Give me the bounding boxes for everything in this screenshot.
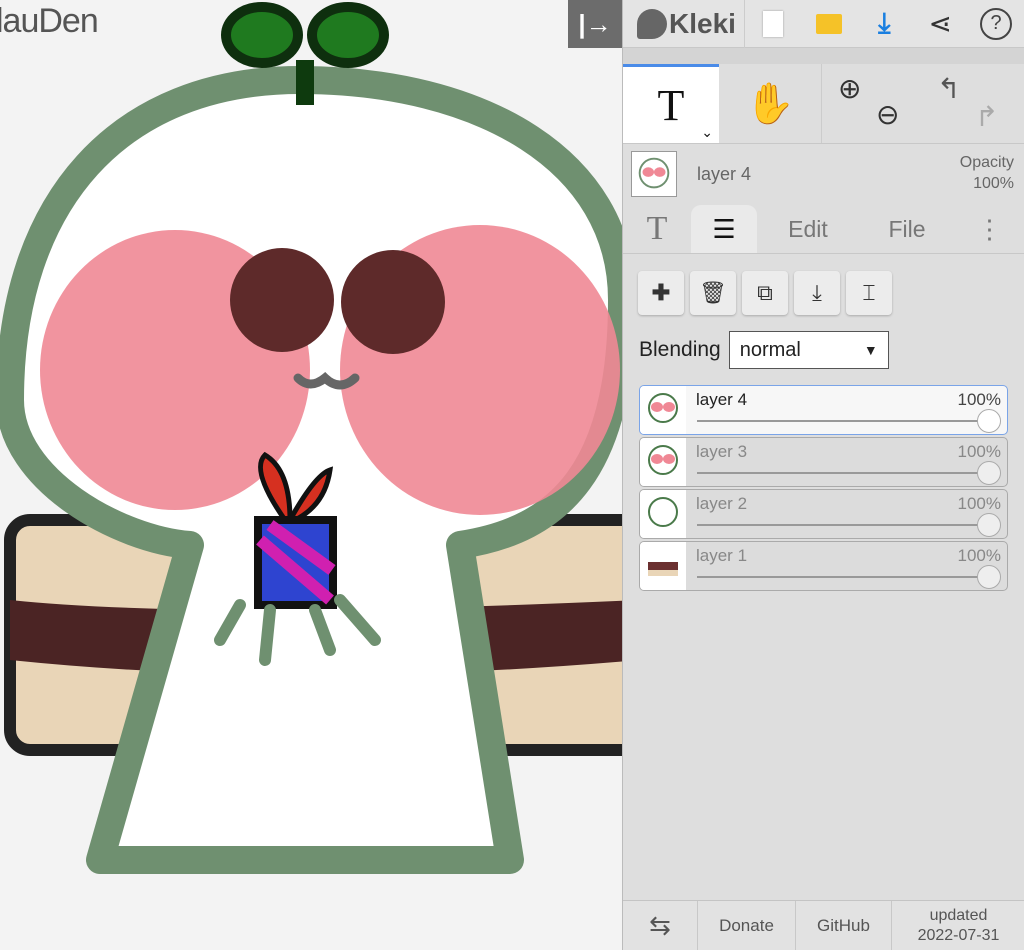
side-panel: Kleki ⤓ ⋖ ? T ⌄ ✋ ⊕ ⊖ ↰ ↱ layer 4 Opacity 1… bbox=[622, 0, 1024, 950]
layer-thumbnail bbox=[640, 386, 686, 434]
swap-sides-icon[interactable]: ⇆ bbox=[623, 901, 698, 950]
opacity-value: 100% bbox=[973, 175, 1014, 192]
layer-opacity: 100% bbox=[957, 390, 1001, 409]
top-bar: Kleki ⤓ ⋖ ? bbox=[623, 0, 1024, 48]
rename-layer-button[interactable]: ⌶ bbox=[846, 271, 892, 315]
layer-name: layer 2 bbox=[696, 494, 748, 513]
layers-icon: ☰ bbox=[712, 213, 736, 244]
duplicate-layer-button[interactable]: ⧉ bbox=[742, 271, 788, 315]
hand-icon: ✋ bbox=[745, 82, 795, 126]
share-icon[interactable]: ⋖ bbox=[912, 0, 968, 48]
download-icon[interactable]: ⤓ bbox=[856, 0, 912, 48]
slider-handle[interactable] bbox=[977, 461, 1001, 485]
add-layer-button[interactable]: ✚ bbox=[638, 271, 684, 315]
slider-handle[interactable] bbox=[977, 409, 1001, 433]
layer-item[interactable]: layer 3 100% bbox=[639, 437, 1008, 487]
collapse-panel-button[interactable]: |→ bbox=[568, 0, 622, 48]
collapse-right-icon: |→ bbox=[578, 8, 612, 39]
tab-edit[interactable]: Edit bbox=[757, 205, 859, 253]
blending-label: Blending bbox=[639, 338, 721, 361]
kleki-logo[interactable]: Kleki bbox=[623, 0, 745, 48]
divider bbox=[623, 48, 1024, 64]
layer-thumbnail bbox=[640, 438, 686, 486]
open-folder-icon[interactable] bbox=[801, 0, 857, 48]
new-file-icon[interactable] bbox=[745, 0, 801, 48]
zoom-controls: ⊕ ⊖ bbox=[821, 64, 919, 143]
text-tool-icon: T bbox=[657, 80, 685, 130]
tab-bar: T ☰ Edit File ⋮ bbox=[623, 204, 1024, 254]
layer-item[interactable]: layer 1 100% bbox=[639, 541, 1008, 591]
logo-text: Kleki bbox=[669, 7, 736, 39]
artwork bbox=[0, 2, 622, 874]
layer-actions: ✚ 🗑 ⧉ ⤓ ⌶ bbox=[638, 271, 892, 315]
github-link[interactable]: GitHub bbox=[796, 901, 892, 950]
text-tool-button[interactable]: T ⌄ bbox=[623, 64, 719, 143]
more-menu-icon[interactable]: ⋮ bbox=[955, 205, 1024, 253]
drawing-canvas[interactable]: lauDen bbox=[0, 0, 622, 950]
current-layer-thumbnail bbox=[631, 151, 677, 197]
slider-handle[interactable] bbox=[977, 565, 1001, 589]
text-tab-icon: T bbox=[646, 210, 668, 247]
layer-opacity-slider[interactable] bbox=[697, 576, 989, 578]
updated-date: 2022-07-31 bbox=[917, 926, 1000, 944]
layer-name: layer 3 bbox=[696, 442, 748, 461]
hand-tool-button[interactable]: ✋ bbox=[719, 64, 821, 143]
kleki-logo-icon bbox=[637, 8, 667, 39]
help-icon[interactable]: ? bbox=[968, 0, 1024, 48]
blending-value: normal bbox=[739, 338, 801, 361]
current-layer-name: layer 4 bbox=[697, 163, 752, 184]
slider-handle[interactable] bbox=[977, 513, 1001, 537]
chevron-down-icon: ▼ bbox=[863, 342, 878, 358]
delete-layer-button[interactable]: 🗑 bbox=[690, 271, 736, 315]
current-layer-row: layer 4 Opacity 100% bbox=[623, 144, 1024, 204]
layer-opacity-slider[interactable] bbox=[697, 472, 989, 474]
undo-redo-controls: ↰ ↱ bbox=[919, 64, 1024, 143]
layer-opacity: 100% bbox=[957, 442, 1001, 461]
layer-thumbnail bbox=[640, 542, 686, 590]
layer-opacity-slider[interactable] bbox=[697, 524, 989, 526]
blending-control: Blending normal ▼ bbox=[639, 331, 889, 369]
footer-bar: ⇆ Donate GitHub updated 2022-07-31 bbox=[623, 900, 1024, 950]
layer-name: layer 1 bbox=[696, 546, 748, 565]
undo-icon[interactable]: ↰ bbox=[937, 72, 960, 105]
zoom-out-icon[interactable]: ⊖ bbox=[876, 98, 899, 131]
tab-layers[interactable]: ☰ bbox=[691, 205, 757, 253]
zoom-in-icon[interactable]: ⊕ bbox=[838, 72, 861, 105]
tool-row: T ⌄ ✋ ⊕ ⊖ ↰ ↱ bbox=[623, 64, 1024, 144]
opacity-label: Opacity bbox=[959, 154, 1014, 171]
layer-thumbnail bbox=[640, 490, 686, 538]
merge-down-button[interactable]: ⤓ bbox=[794, 271, 840, 315]
tab-text[interactable]: T bbox=[623, 205, 691, 253]
tab-file[interactable]: File bbox=[859, 205, 955, 253]
updated-info[interactable]: updated 2022-07-31 bbox=[892, 901, 1024, 950]
document-title: lauDen bbox=[0, 2, 99, 40]
layer-opacity: 100% bbox=[957, 546, 1001, 565]
redo-icon[interactable]: ↱ bbox=[975, 100, 998, 133]
layer-list: layer 4 100% layer 3 100% layer 2 100% layer 1… bbox=[639, 385, 1008, 593]
blending-select[interactable]: normal ▼ bbox=[728, 331, 889, 369]
updated-label: updated bbox=[929, 906, 988, 924]
layer-item[interactable]: layer 4 100% bbox=[639, 385, 1008, 435]
donate-link[interactable]: Donate bbox=[698, 901, 796, 950]
chevron-down-icon[interactable]: ⌄ bbox=[701, 124, 713, 141]
layer-opacity-slider[interactable] bbox=[697, 420, 989, 422]
layer-opacity: 100% bbox=[957, 494, 1001, 513]
layer-name: layer 4 bbox=[696, 390, 748, 409]
layer-item[interactable]: layer 2 100% bbox=[639, 489, 1008, 539]
